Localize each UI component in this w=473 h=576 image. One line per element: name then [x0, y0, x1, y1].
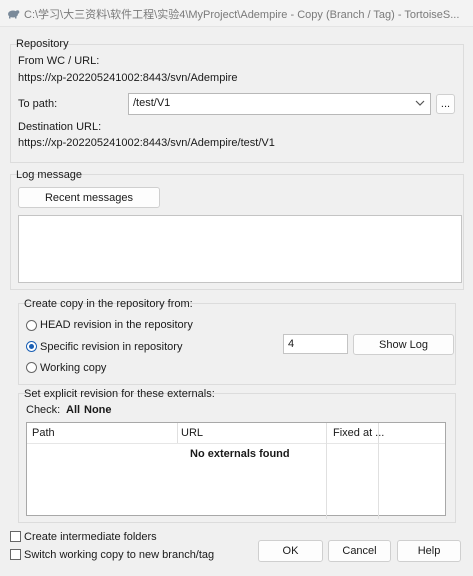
log-message-legend: Log message [16, 169, 83, 181]
create-intermediate-checkbox[interactable] [10, 531, 21, 542]
revision-input[interactable]: 4 [283, 334, 348, 354]
to-path-value: /test/V1 [133, 97, 171, 109]
column-divider [326, 423, 327, 519]
externals-list[interactable]: Path URL Fixed at ... No externals found [26, 422, 446, 519]
check-label: Check: [26, 404, 61, 416]
chevron-down-icon[interactable] [413, 96, 427, 110]
from-wc-label: From WC / URL: [18, 55, 100, 67]
destination-url-label: Destination URL: [18, 121, 102, 133]
column-fixed-at[interactable]: Fixed at ... [333, 427, 384, 439]
column-divider [177, 423, 178, 443]
column-url[interactable]: URL [181, 427, 203, 439]
check-none-link[interactable]: None [84, 404, 112, 416]
from-url-value: https://xp-202205241002:8443/svn/Adempir… [18, 72, 238, 84]
specific-revision-label[interactable]: Specific revision in repository [40, 341, 182, 353]
create-intermediate-label[interactable]: Create intermediate folders [24, 531, 157, 543]
externals-list-header: Path URL Fixed at ... [27, 423, 445, 444]
copy-from-legend: Create copy in the repository from: [24, 298, 193, 310]
head-revision-label[interactable]: HEAD revision in the repository [40, 319, 193, 331]
column-path[interactable]: Path [32, 427, 55, 439]
browse-button[interactable]: ... [436, 94, 455, 114]
to-path-combobox[interactable]: /test/V1 [128, 93, 431, 115]
ok-button[interactable]: OK [258, 540, 323, 562]
cancel-button[interactable]: Cancel [328, 540, 391, 562]
to-path-label: To path: [18, 98, 58, 110]
specific-revision-radio[interactable] [26, 341, 37, 352]
title-bar: C:\学习\大三资料\软件工程\实验4\MyProject\Adempire -… [0, 0, 473, 27]
head-revision-radio[interactable] [26, 320, 37, 331]
check-all-link[interactable]: All [66, 404, 80, 416]
tortoise-app-icon [8, 10, 20, 19]
window-title: C:\学习\大三资料\软件工程\实验4\MyProject\Adempire -… [24, 9, 460, 21]
log-message-textarea[interactable] [18, 215, 462, 283]
working-copy-label[interactable]: Working copy [40, 362, 106, 374]
repository-legend: Repository [16, 38, 69, 50]
switch-working-copy-label[interactable]: Switch working copy to new branch/tag [24, 549, 214, 561]
show-log-button[interactable]: Show Log [353, 334, 454, 355]
recent-messages-button[interactable]: Recent messages [18, 187, 160, 208]
destination-url-value: https://xp-202205241002:8443/svn/Adempir… [18, 137, 275, 149]
working-copy-radio[interactable] [26, 362, 37, 373]
no-externals-message: No externals found [190, 448, 290, 460]
externals-legend: Set explicit revision for these external… [24, 388, 215, 400]
switch-working-copy-checkbox[interactable] [10, 549, 21, 560]
help-button[interactable]: Help [397, 540, 461, 562]
column-divider [378, 423, 379, 519]
